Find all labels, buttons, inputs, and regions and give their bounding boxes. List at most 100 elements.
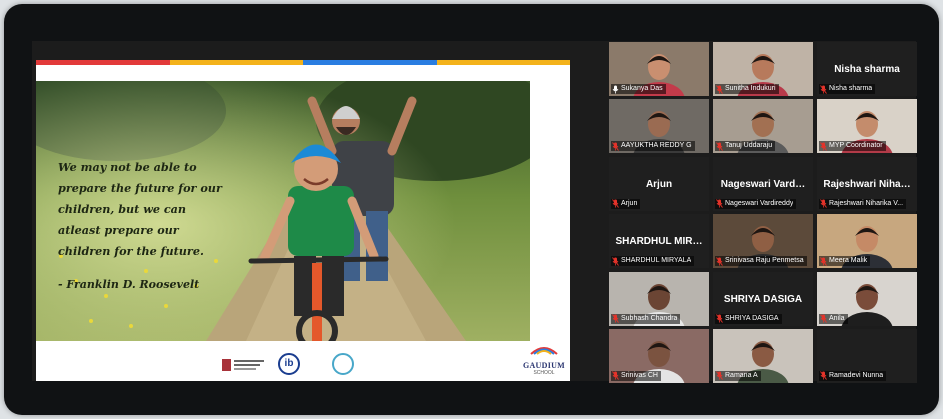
participant-caption: Subhash Chandra bbox=[611, 313, 681, 324]
participant-caption: Srinivas CH bbox=[611, 370, 661, 381]
participant-caption: Ramana A bbox=[715, 370, 761, 381]
cambridge-logo-icon bbox=[222, 359, 264, 371]
quote-line: children for the future. bbox=[58, 244, 204, 258]
participant-tile[interactable]: Srinivasa Raju Penmetsa bbox=[713, 214, 813, 269]
shared-presentation-slide: We may not be able to prepare the future… bbox=[36, 60, 570, 381]
participant-tile[interactable]: Meera Malik bbox=[817, 214, 917, 269]
participant-caption: Nageswari Vardireddy bbox=[715, 198, 797, 209]
quote-line: children, but we can bbox=[58, 202, 187, 216]
quote-attribution: - Franklin D. Roosevelt bbox=[58, 278, 200, 291]
participant-display-name: Rajeshwari Niha… bbox=[823, 178, 911, 190]
participant-display-name: Nisha sharma bbox=[834, 64, 900, 75]
quote-line: We may not be able to bbox=[58, 160, 197, 174]
participant-caption: Ramadevi Nunna bbox=[819, 370, 887, 381]
ib-logo-icon: ib bbox=[278, 353, 300, 375]
participant-name: MYP Coordinator bbox=[829, 142, 883, 150]
participant-tile[interactable]: AAYUKTHA REDDY G bbox=[609, 99, 709, 154]
participant-name: Srinivasa Raju Penmetsa bbox=[725, 257, 804, 265]
participant-name: SHRIYA DASIGA bbox=[725, 314, 779, 322]
muted-mic-icon bbox=[820, 371, 827, 381]
gaudium-logo-text: GAUDIUM bbox=[522, 361, 566, 370]
participant-name: Ramadevi Nunna bbox=[829, 371, 884, 379]
participant-name: Nageswari Vardireddy bbox=[725, 199, 794, 207]
participant-tile[interactable]: Ramana A bbox=[713, 328, 813, 383]
participant-caption: Arjun bbox=[611, 198, 641, 209]
participant-tile[interactable]: Rajeshwari Niha… Rajeshwari Niharika V... bbox=[817, 156, 917, 211]
participant-name: Meera Malik bbox=[829, 257, 868, 265]
mic-icon bbox=[612, 85, 619, 93]
cbse-logo-icon bbox=[332, 353, 354, 375]
muted-mic-icon bbox=[820, 256, 827, 266]
gaudium-emblem-icon bbox=[530, 347, 558, 355]
participant-name: Subhash Chandra bbox=[621, 314, 678, 322]
slide-logo-bar: ib GAUDIUM SCHOOL bbox=[36, 343, 570, 381]
gaudium-logo-subtext: SCHOOL bbox=[533, 370, 555, 376]
slide-quote: We may not be able to prepare the future… bbox=[58, 157, 238, 262]
muted-mic-icon bbox=[716, 84, 723, 94]
muted-mic-icon bbox=[612, 199, 619, 209]
muted-mic-icon bbox=[612, 314, 619, 323]
participant-name: Ramana A bbox=[725, 371, 758, 379]
slide-color-stripe bbox=[36, 60, 570, 65]
participant-tile[interactable]: MYP Coordinator bbox=[817, 99, 917, 154]
participant-tile[interactable]: Arjun Arjun bbox=[609, 156, 709, 211]
muted-mic-icon bbox=[820, 142, 827, 151]
participant-tile[interactable]: Subhash Chandra bbox=[609, 271, 709, 326]
participant-tile[interactable]: Tanuj Uddaraju bbox=[713, 99, 813, 154]
participant-display-name: SHRIYA DASIGA bbox=[723, 293, 803, 305]
participant-name: Anila bbox=[829, 314, 845, 322]
muted-mic-icon bbox=[820, 199, 827, 209]
participant-tile[interactable]: Sunitha Indukuri bbox=[713, 42, 813, 96]
participant-name: Nisha sharma bbox=[829, 85, 873, 92]
participant-caption: Sunitha Indukuri bbox=[715, 84, 779, 94]
muted-mic-icon bbox=[612, 371, 619, 381]
participant-tile[interactable]: Ramadevi Nunna bbox=[817, 328, 917, 383]
participant-tile[interactable]: Srinivas CH bbox=[609, 328, 709, 383]
stripe-segment bbox=[436, 60, 570, 65]
muted-mic-icon bbox=[716, 256, 723, 266]
participant-tile[interactable]: Nageswari Vard… Nageswari Vardireddy bbox=[713, 156, 813, 211]
stripe-segment bbox=[36, 60, 170, 65]
participant-caption: AAYUKTHA REDDY G bbox=[611, 141, 695, 152]
participant-name: Sunitha Indukuri bbox=[725, 85, 776, 92]
participant-name: Sukanya Das bbox=[621, 85, 663, 92]
stripe-segment bbox=[303, 60, 437, 65]
participant-caption: Meera Malik bbox=[819, 256, 871, 267]
participant-name: AAYUKTHA REDDY G bbox=[621, 142, 692, 150]
muted-mic-icon bbox=[820, 84, 827, 94]
participant-tile[interactable]: SHARDHUL MIR… SHARDHUL MIRYALA bbox=[609, 214, 709, 269]
participant-name: Arjun bbox=[621, 199, 638, 207]
participant-caption: MYP Coordinator bbox=[819, 141, 886, 152]
slide-photo-father-child-bicycle: We may not be able to prepare the future… bbox=[36, 81, 530, 341]
muted-mic-icon bbox=[716, 142, 723, 151]
participant-tile[interactable]: SHRIYA DASIGA SHRIYA DASIGA bbox=[713, 271, 813, 326]
participant-name: Rajeshwari Niharika V... bbox=[829, 199, 904, 207]
muted-mic-icon bbox=[716, 314, 723, 323]
muted-mic-icon bbox=[716, 371, 723, 381]
participant-name: SHARDHUL MIRYALA bbox=[621, 257, 692, 265]
participant-name: Srinivas CH bbox=[621, 371, 658, 379]
participant-tile[interactable]: Nisha sharma Nisha sharma bbox=[817, 42, 917, 96]
participant-display-name: SHARDHUL MIR… bbox=[615, 236, 703, 248]
gaudium-school-logo: GAUDIUM SCHOOL bbox=[522, 343, 566, 379]
participant-caption: SHRIYA DASIGA bbox=[715, 313, 782, 324]
participant-gallery: Sukanya Das Sunitha Indukuri Nisha sharma N… bbox=[609, 42, 917, 383]
quote-line: prepare the future for our bbox=[58, 181, 222, 195]
quote-line: atleast prepare our bbox=[58, 223, 179, 237]
participant-caption: Tanuj Uddaraju bbox=[715, 141, 776, 152]
muted-mic-icon bbox=[716, 199, 723, 209]
participant-caption: SHARDHUL MIRYALA bbox=[611, 256, 695, 267]
participant-name: Tanuj Uddaraju bbox=[725, 142, 773, 150]
participant-tile[interactable]: Anila bbox=[817, 271, 917, 326]
participant-caption: Srinivasa Raju Penmetsa bbox=[715, 256, 807, 267]
participant-display-name: Nageswari Vard… bbox=[720, 178, 806, 190]
participant-caption: Anila bbox=[819, 313, 848, 324]
participant-caption: Sukanya Das bbox=[611, 84, 666, 94]
participant-tile[interactable]: Sukanya Das bbox=[609, 42, 709, 96]
participant-display-name: Arjun bbox=[645, 178, 673, 190]
muted-mic-icon bbox=[612, 256, 619, 266]
participant-caption: Rajeshwari Niharika V... bbox=[819, 198, 907, 209]
muted-mic-icon bbox=[612, 142, 619, 151]
participant-caption: Nisha sharma bbox=[819, 84, 876, 94]
stripe-segment bbox=[169, 60, 303, 65]
